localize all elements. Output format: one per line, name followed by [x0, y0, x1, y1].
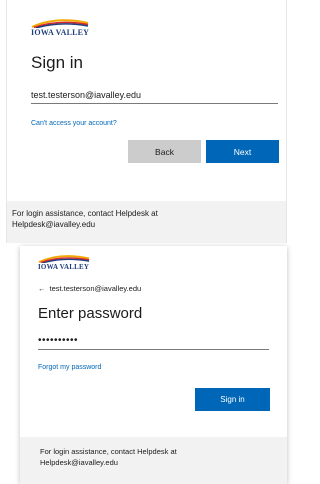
iowa-valley-logo: IOWA VALLEY: [38, 254, 90, 271]
forgot-password-link[interactable]: Forgot my password: [38, 364, 101, 371]
identity-email: test.testerson@iavalley.edu: [49, 284, 142, 293]
email-field[interactable]: [31, 86, 278, 104]
help-footer: For login assistance, contact Helpdesk a…: [20, 437, 287, 484]
page-title: Enter password: [38, 305, 143, 322]
next-button[interactable]: Next: [206, 140, 279, 163]
back-arrow-icon[interactable]: ←: [38, 284, 46, 293]
logo-swoosh-icon: [38, 255, 90, 263]
logo-text: IOWA VALLEY: [38, 263, 90, 271]
back-button[interactable]: Back: [128, 140, 201, 163]
signin-panel: IOWA VALLEY Sign in Can't access your ac…: [6, 0, 287, 243]
password-field[interactable]: [38, 332, 269, 350]
cant-access-account-link[interactable]: Can't access your account?: [31, 120, 117, 127]
iowa-valley-logo: IOWA VALLEY: [31, 18, 89, 37]
page-title: Sign in: [31, 53, 83, 72]
footer-text: For login assistance, contact Helpdesk a…: [40, 447, 177, 456]
footer-text: For login assistance, contact Helpdesk a…: [12, 209, 158, 218]
helpdesk-email: Helpdesk@iavalley.edu: [12, 220, 96, 229]
logo-text: IOWA VALLEY: [31, 28, 90, 37]
helpdesk-email: Helpdesk@iavalley.edu: [40, 458, 118, 467]
logo-swoosh-icon: [31, 19, 89, 28]
signin-button[interactable]: Sign in: [195, 388, 270, 411]
identity-row[interactable]: ← test.testerson@iavalley.edu: [38, 284, 141, 293]
password-panel: IOWA VALLEY ← test.testerson@iavalley.edu…: [20, 246, 287, 484]
help-footer: For login assistance, contact Helpdesk a…: [7, 201, 286, 243]
